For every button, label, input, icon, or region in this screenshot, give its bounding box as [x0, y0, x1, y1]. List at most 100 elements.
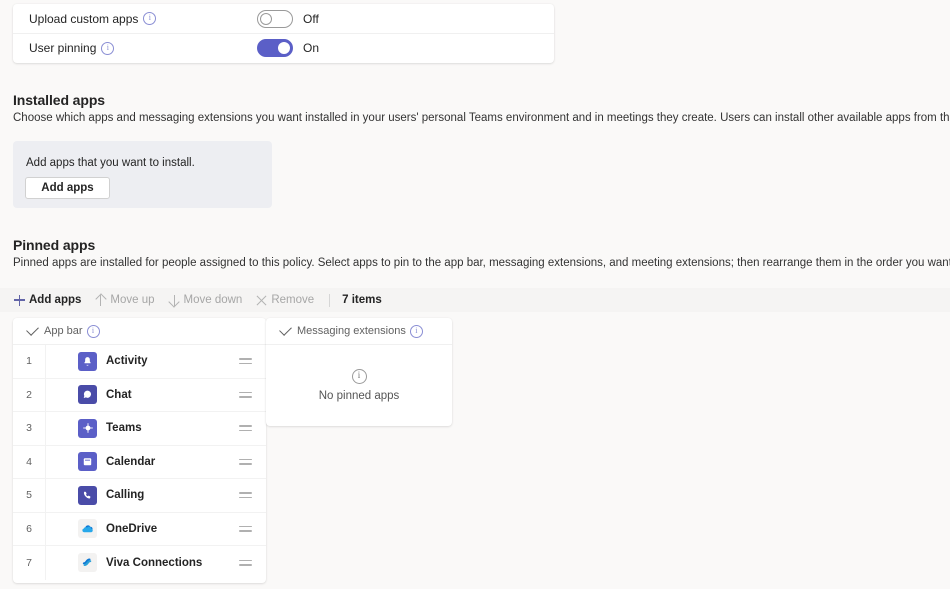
app-name: Calendar — [106, 456, 230, 468]
row-body: Chat — [45, 379, 266, 412]
toolbar-move-up-label: Move up — [110, 294, 154, 306]
drag-handle-icon[interactable] — [239, 392, 252, 398]
toolbar-divider — [329, 294, 330, 307]
installed-apps-description: Choose which apps and messaging extensio… — [13, 111, 950, 126]
row-number: 5 — [13, 489, 45, 501]
pinned-apps-title: Pinned apps — [13, 237, 950, 253]
app-name: Activity — [106, 355, 230, 367]
calendar-icon — [78, 452, 97, 471]
app-name: Teams — [106, 422, 230, 434]
toggle-knob — [278, 42, 290, 54]
user-pinning-toggle[interactable] — [257, 39, 293, 57]
setting-row-user-pinning: User pinning On — [13, 33, 554, 62]
row-body: Teams — [45, 412, 266, 445]
info-icon[interactable] — [101, 42, 114, 55]
table-row[interactable]: 7 Viva Connections — [13, 546, 266, 580]
table-row[interactable]: 2 Chat — [13, 379, 266, 413]
pinned-apps-description-text: Pinned apps are installed for people ass… — [13, 257, 950, 269]
phone-icon — [78, 486, 97, 505]
setting-row-upload-custom-apps: Upload custom apps Off — [13, 4, 554, 33]
pinned-apps-description: Pinned apps are installed for people ass… — [13, 256, 950, 271]
app-settings-card: Upload custom apps Off User pinning On — [13, 4, 554, 63]
installed-apps-box-text: Add apps that you want to install. — [26, 157, 195, 169]
app-bar-column-header[interactable]: App bar — [13, 318, 266, 345]
toolbar-move-up-button[interactable]: Move up — [94, 294, 161, 307]
info-icon — [352, 369, 367, 384]
pinned-apps-toolbar: Add apps Move up Move down Remove 7 item… — [0, 288, 950, 312]
arrow-down-icon — [168, 294, 181, 307]
info-icon[interactable] — [410, 325, 423, 338]
app-bar-rows: 1 Activity 2 Chat 3 — [13, 345, 266, 580]
plus-icon — [13, 294, 26, 307]
app-name: Viva Connections — [106, 557, 230, 569]
messaging-extensions-column-header[interactable]: Messaging extensions — [266, 318, 452, 345]
app-name: Calling — [106, 489, 230, 501]
installed-apps-description-text: Choose which apps and messaging extensio… — [13, 112, 950, 124]
table-row[interactable]: 1 Activity — [13, 345, 266, 379]
drag-handle-icon[interactable] — [239, 459, 252, 465]
toolbar-add-apps-label: Add apps — [29, 294, 81, 306]
table-row[interactable]: 5 Calling — [13, 479, 266, 513]
app-name: Chat — [106, 389, 230, 401]
toolbar-remove-label: Remove — [271, 294, 314, 306]
close-icon — [255, 294, 268, 307]
toolbar-move-down-label: Move down — [184, 294, 243, 306]
drag-handle-icon[interactable] — [239, 526, 252, 532]
viva-icon — [78, 553, 97, 572]
info-icon[interactable] — [87, 325, 100, 338]
setting-label-upload-custom-apps: Upload custom apps — [29, 12, 257, 26]
messaging-extensions-header-label: Messaging extensions — [297, 325, 423, 338]
toolbar-move-down-button[interactable]: Move down — [168, 294, 250, 307]
row-number: 4 — [13, 456, 45, 468]
drag-handle-icon[interactable] — [239, 560, 252, 566]
messaging-extensions-column: Messaging extensions No pinned apps — [266, 318, 452, 426]
chat-bubble-icon — [78, 385, 97, 404]
upload-custom-apps-toggle[interactable] — [257, 10, 293, 28]
installed-apps-title: Installed apps — [13, 92, 950, 108]
row-number: 3 — [13, 422, 45, 434]
drag-handle-icon[interactable] — [239, 358, 252, 364]
user-pinning-toggle-group[interactable]: On — [257, 39, 319, 57]
upload-custom-apps-label: Upload custom apps — [29, 12, 138, 26]
info-icon[interactable] — [143, 12, 156, 25]
row-body: OneDrive — [45, 513, 266, 546]
messaging-extensions-empty-text: No pinned apps — [319, 390, 400, 402]
row-number: 2 — [13, 389, 45, 401]
checkmark-icon — [279, 323, 292, 336]
app-bar-header-text: App bar — [44, 325, 83, 337]
user-pinning-state: On — [303, 41, 319, 55]
row-number: 6 — [13, 523, 45, 535]
pinned-apps-section: Pinned apps Pinned apps are installed fo… — [13, 237, 950, 271]
toolbar-item-count: 7 items — [342, 294, 382, 306]
row-body: Viva Connections — [45, 546, 266, 580]
row-body: Calendar — [45, 446, 266, 479]
app-name: OneDrive — [106, 523, 230, 535]
bell-icon — [78, 352, 97, 371]
arrow-up-icon — [94, 294, 107, 307]
drag-handle-icon[interactable] — [239, 425, 252, 431]
row-number: 1 — [13, 355, 45, 367]
table-row[interactable]: 6 OneDrive — [13, 513, 266, 547]
teams-icon — [78, 419, 97, 438]
row-number: 7 — [13, 557, 45, 569]
upload-custom-apps-state: Off — [303, 12, 319, 26]
installed-apps-box: Add apps that you want to install. Add a… — [13, 141, 272, 208]
setting-label-user-pinning: User pinning — [29, 41, 257, 55]
app-bar-header-label: App bar — [44, 325, 100, 338]
row-body: Calling — [45, 479, 266, 512]
row-body: Activity — [45, 345, 266, 378]
messaging-extensions-empty-state: No pinned apps — [266, 345, 452, 425]
table-row[interactable]: 3 Teams — [13, 412, 266, 446]
checkmark-icon — [26, 323, 39, 336]
app-bar-column: App bar 1 Activity 2 Chat — [13, 318, 266, 583]
table-row[interactable]: 4 Calendar — [13, 446, 266, 480]
toolbar-remove-button[interactable]: Remove — [255, 294, 321, 307]
toggle-knob — [260, 13, 272, 25]
user-pinning-label: User pinning — [29, 41, 96, 55]
cloud-icon — [78, 519, 97, 538]
installed-apps-section: Installed apps Choose which apps and mes… — [13, 92, 950, 126]
drag-handle-icon[interactable] — [239, 492, 252, 498]
upload-custom-apps-toggle-group[interactable]: Off — [257, 10, 319, 28]
installed-add-apps-button[interactable]: Add apps — [25, 177, 110, 199]
toolbar-add-apps-button[interactable]: Add apps — [13, 294, 88, 307]
